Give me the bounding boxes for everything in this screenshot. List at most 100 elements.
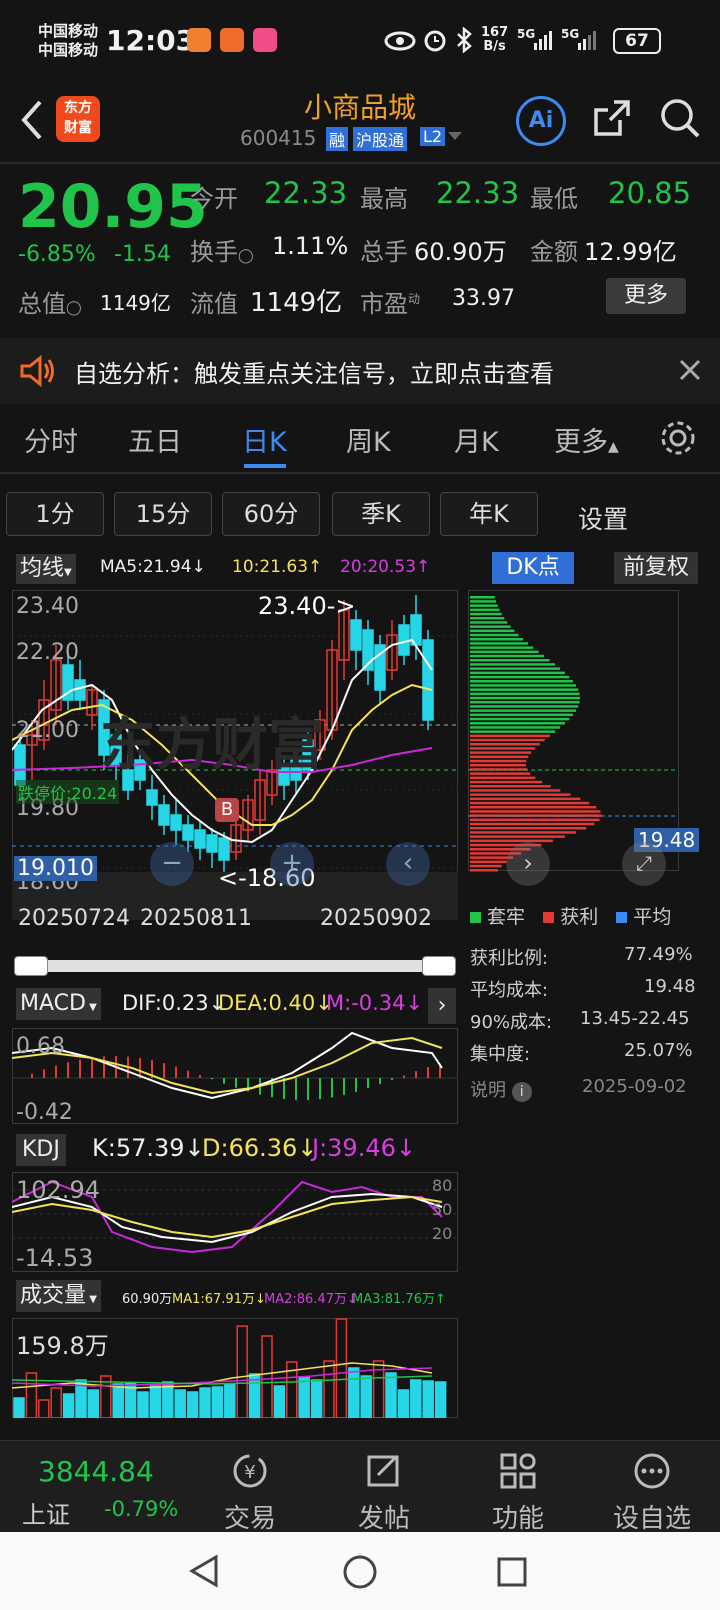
chip-bar <box>470 680 573 683</box>
index-ticker[interactable]: 3844.84 上证 -0.79% <box>0 1441 190 1533</box>
volume-bar <box>273 1385 286 1418</box>
carrier-1: 中国移动 <box>38 22 99 40</box>
chip-bar <box>470 621 508 624</box>
battery-icon: 67 <box>613 28 661 54</box>
indicator-next-button[interactable]: › <box>428 988 456 1024</box>
back-triangle-icon[interactable] <box>188 1554 220 1588</box>
candle-body <box>350 619 362 651</box>
turnover-label: 换手◯ <box>190 232 254 267</box>
y-label-3: 21.00 <box>16 718 79 743</box>
subtab-15min[interactable]: 15分 <box>114 492 212 536</box>
more-button[interactable]: 更多 <box>606 278 686 314</box>
kdj-selector[interactable]: KDJ <box>16 1134 66 1166</box>
kdj-d: D:66.36↓ <box>202 1134 318 1162</box>
nav-trade[interactable]: ¥ 交易 <box>210 1451 290 1535</box>
y-label-2: 22.20 <box>16 640 79 665</box>
nav-post[interactable]: 发帖 <box>344 1451 424 1535</box>
tab-more[interactable]: 更多▲ <box>554 420 619 459</box>
tab-active-underline <box>244 464 286 468</box>
nav-add-watchlist[interactable]: 设自选 <box>604 1451 700 1535</box>
chip-bar <box>470 759 527 763</box>
stat-value-3: 13.45-22.45 <box>580 1008 690 1029</box>
fq-button[interactable]: 前复权 <box>614 552 698 584</box>
speaker-icon <box>20 354 54 388</box>
candle-body <box>182 824 194 841</box>
volume-bar <box>50 1387 62 1418</box>
chip-expand-button[interactable]: ⤢ <box>622 842 666 886</box>
chip-bar <box>470 747 536 750</box>
dea-line <box>12 1036 443 1095</box>
macd-selector[interactable]: MACD ▼ <box>16 988 101 1020</box>
chip-bar <box>470 663 555 666</box>
chip-bar <box>470 684 576 687</box>
amount-label: 金额 <box>530 238 578 266</box>
subtab-year-k[interactable]: 年K <box>440 492 538 536</box>
high-note: 23.40-> <box>258 592 356 620</box>
notice-bar[interactable]: 自选分析：触发重点关注信号，立即点击查看 <box>0 338 720 404</box>
ma-selector[interactable]: 均线▼ <box>16 554 76 584</box>
limit-down-label: 跌停价:20.24 <box>16 780 120 804</box>
candle-body <box>170 814 182 831</box>
chip-bar <box>470 831 577 834</box>
chip-left-button[interactable]: › <box>506 842 550 886</box>
chip-bar <box>470 797 581 801</box>
mcap-value: 1149亿 <box>100 291 171 315</box>
zoom-out-button[interactable]: − <box>150 842 194 886</box>
candle-body <box>158 804 170 826</box>
subtab-settings[interactable]: 设置 <box>578 500 628 536</box>
slider-handle-right[interactable] <box>422 956 456 976</box>
chip-bar <box>470 608 500 612</box>
search-icon[interactable] <box>658 96 702 140</box>
float-label: 流值 <box>190 290 238 318</box>
volume-ma2: MA2:86.47万↓ <box>264 1292 358 1307</box>
kdj-level-80: 80 <box>432 1176 453 1195</box>
stock-code-row[interactable]: 600415 融 沪股通 L2 <box>240 126 462 151</box>
chevron-down-icon: ▼ <box>85 1002 97 1013</box>
scroll-left-button[interactable]: ‹ <box>386 842 430 886</box>
macd-m: M:-0.34↓ <box>326 991 424 1015</box>
close-icon[interactable] <box>678 358 702 382</box>
tab-rik[interactable]: 日K <box>242 420 287 459</box>
ai-label: Ai <box>528 108 554 133</box>
volume-bar <box>348 1367 360 1418</box>
slider-handle-left[interactable] <box>14 956 48 976</box>
subtab-60min[interactable]: 60分 <box>222 492 320 536</box>
chip-bar <box>470 810 601 813</box>
nav-functions[interactable]: 功能 <box>478 1451 558 1535</box>
chip-bar <box>470 625 511 628</box>
tab-yuek[interactable]: 月K <box>454 420 499 459</box>
tab-fenshi[interactable]: 分时 <box>24 420 78 459</box>
nav-functions-label: 功能 <box>491 1504 544 1534</box>
index-value: 3844.84 <box>38 1455 154 1488</box>
volume-bar <box>385 1372 397 1418</box>
net-speed: 167 B/s <box>481 26 508 54</box>
macd-dif: DIF:0.23↓ <box>122 991 227 1015</box>
chip-bar <box>470 709 576 712</box>
chip-bar <box>470 743 540 746</box>
tab-zhouk[interactable]: 周K <box>346 420 391 459</box>
explain-link[interactable]: 说明 i <box>470 1076 532 1102</box>
candle-body <box>398 624 410 656</box>
open-label: 今开 <box>190 185 238 213</box>
low-label: 最低 <box>530 185 578 213</box>
gear-icon[interactable] <box>658 418 698 458</box>
chip-bar <box>470 667 561 670</box>
recents-square-icon[interactable] <box>496 1556 528 1588</box>
chip-bar <box>470 722 565 725</box>
candle-body <box>422 639 434 721</box>
cross-price-label: 19.010 <box>14 856 97 881</box>
range-slider[interactable] <box>14 956 456 976</box>
zoom-in-button[interactable]: + <box>270 842 314 886</box>
tab-wuri[interactable]: 五日 <box>128 420 182 459</box>
ai-button[interactable]: Ai <box>516 96 566 146</box>
subtab-1min[interactable]: 1分 <box>6 492 104 536</box>
chip-bar <box>470 688 579 691</box>
app-notification-icon <box>253 28 277 52</box>
share-icon[interactable] <box>590 96 634 140</box>
home-circle-icon[interactable] <box>342 1554 378 1590</box>
dk-button[interactable]: DK点 <box>492 552 574 584</box>
chip-bar <box>470 864 502 868</box>
subtab-season-k[interactable]: 季K <box>332 492 430 536</box>
mcap-label: 总值◯ <box>18 284 82 319</box>
volume-selector[interactable]: 成交量 ▼ <box>16 1280 101 1312</box>
